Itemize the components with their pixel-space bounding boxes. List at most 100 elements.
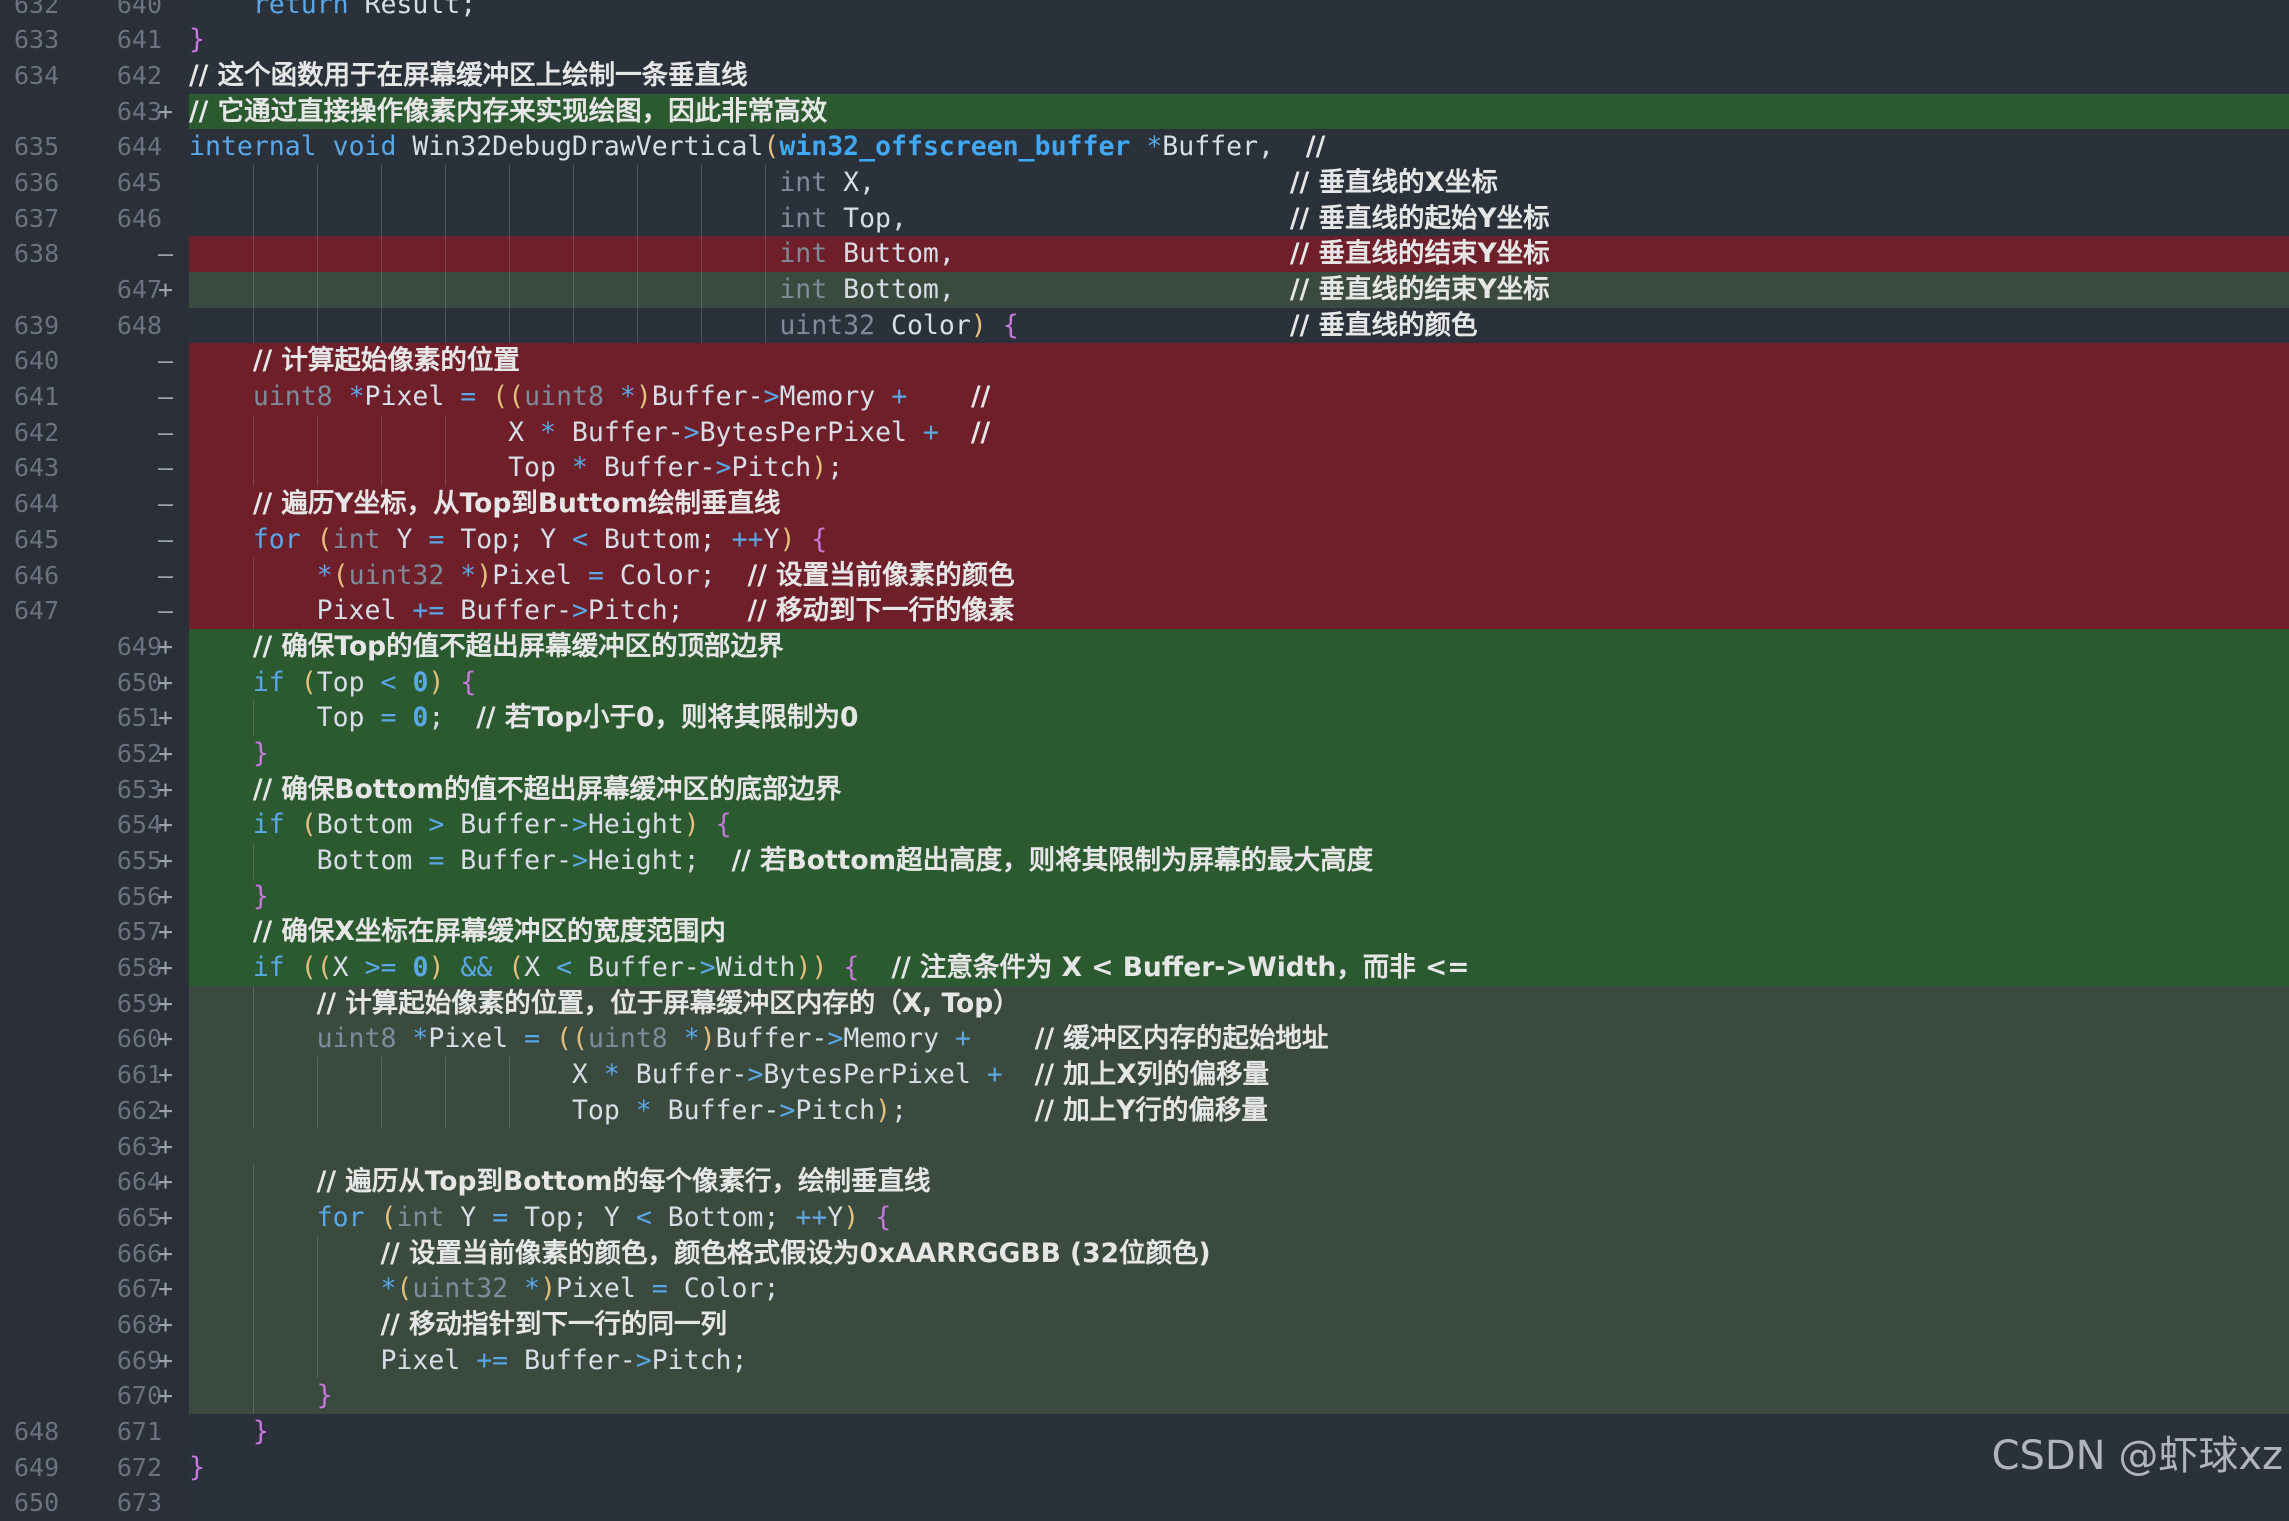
diff-viewer[interactable]: 632 640 return Result; 633 641} 634 642 // 这个函… bbox=[0, 0, 2289, 1521]
code-line[interactable]: Top = 0; // 若Top小于0，则将其限制为0 bbox=[189, 700, 2289, 736]
code-line[interactable]: uint8 *Pixel = ((uint8 *)Buffer->Memory … bbox=[189, 379, 2289, 415]
diff-line[interactable]: 633 641} bbox=[0, 22, 2289, 58]
diff-line[interactable]: 659 + // 计算起始像素的位置，位于屏幕缓冲区内存的（X, Top） bbox=[0, 985, 2289, 1022]
code-line[interactable]: Bottom = Buffer->Height; // 若Bottom超出高度，… bbox=[189, 843, 2289, 879]
code-line[interactable]: } bbox=[189, 1449, 2289, 1486]
code-line[interactable]: // 计算起始像素的位置 bbox=[189, 343, 2289, 380]
diff-line[interactable]: 666 + // 设置当前像素的颜色，颜色格式假设为0xAARRGGBB (32位… bbox=[0, 1235, 2289, 1272]
code-line[interactable]: Top * Buffer->Pitch); bbox=[189, 450, 2289, 487]
old-line-number bbox=[14, 736, 62, 772]
code-line[interactable]: Pixel += Buffer->Pitch; // 移动到下一行的像素 bbox=[189, 593, 2289, 629]
code-line[interactable] bbox=[189, 1485, 2289, 1521]
code-line[interactable]: X * Buffer->BytesPerPixel + // 加上X列的偏移量 bbox=[189, 1057, 2289, 1093]
code-line[interactable]: *(uint32 *)Pixel = Color; bbox=[189, 1271, 2289, 1307]
diff-line[interactable]: 664 + // 遍历从Top到Bottom的每个像素行，绘制垂直线 bbox=[0, 1164, 2289, 1200]
diff-line[interactable]: 638 — int Buttom, // 垂直线的结束Y坐标 bbox=[0, 236, 2289, 272]
code-line[interactable]: int Top, // 垂直线的起始Y坐标 bbox=[189, 200, 2289, 237]
line-gutter: 643 + bbox=[0, 93, 187, 130]
diff-line[interactable]: 648 671 } bbox=[0, 1414, 2289, 1450]
new-line-number: 653 bbox=[116, 774, 162, 804]
diff-line[interactable]: 657 + // 确保X坐标在屏幕缓冲区的宽度范围内 bbox=[0, 914, 2289, 951]
diff-line[interactable]: 640 — // 计算起始像素的位置 bbox=[0, 343, 2289, 380]
code-line[interactable]: // 确保X坐标在屏幕缓冲区的宽度范围内 bbox=[189, 914, 2289, 951]
diff-line[interactable]: 653 + // 确保Bottom的值不超出屏幕缓冲区的底部边界 bbox=[0, 771, 2289, 808]
line-gutter: 653 + bbox=[0, 771, 187, 808]
code-line[interactable]: } bbox=[189, 22, 2289, 58]
diff-line[interactable]: 635 644 internal void Win32DebugDrawVertic… bbox=[0, 129, 2289, 165]
diff-line[interactable]: 632 640 return Result; bbox=[0, 0, 2289, 23]
diff-line[interactable]: 644 — // 遍历Y坐标，从Top到Buttom绘制垂直线 bbox=[0, 486, 2289, 522]
diff-line[interactable]: 637 646 int Top, // 垂直线的起始Y坐标 bbox=[0, 200, 2289, 237]
code-line[interactable]: return Result; bbox=[189, 0, 2289, 23]
diff-line[interactable]: 647 + int Bottom, // 垂直线的结束Y坐标 bbox=[0, 272, 2289, 308]
code-line[interactable]: int X, // 垂直线的X坐标 bbox=[189, 164, 2289, 201]
new-line-number: 661 bbox=[116, 1060, 162, 1090]
diff-line[interactable]: 662 + Top * Buffer->Pitch); // 加上Y行的偏移量 bbox=[0, 1092, 2289, 1129]
code-line[interactable]: // 移动指针到下一行的同一列 bbox=[189, 1306, 2289, 1343]
code-line[interactable]: // 遍历从Top到Bottom的每个像素行，绘制垂直线 bbox=[189, 1164, 2289, 1200]
diff-line[interactable]: 668 + // 移动指针到下一行的同一列 bbox=[0, 1306, 2289, 1343]
code-line[interactable]: } bbox=[189, 1414, 2289, 1450]
code-line[interactable]: int Bottom, // 垂直线的结束Y坐标 bbox=[189, 272, 2289, 308]
code-line[interactable]: X * Buffer->BytesPerPixel + // bbox=[189, 414, 2289, 451]
diff-line[interactable]: 667 + *(uint32 *)Pixel = Color; bbox=[0, 1271, 2289, 1307]
old-line-number bbox=[14, 1057, 62, 1093]
code-line[interactable]: *(uint32 *)Pixel = Color; // 设置当前像素的颜色 bbox=[189, 557, 2289, 594]
code-line[interactable]: if ((X >= 0) && (X < Buffer->Width)) { /… bbox=[189, 950, 2289, 986]
diff-line[interactable]: 654 + if (Bottom > Buffer->Height) { bbox=[0, 807, 2289, 843]
old-line-number bbox=[14, 700, 62, 736]
code-line[interactable]: Pixel += Buffer->Pitch; bbox=[189, 1342, 2289, 1379]
code-line[interactable]: if (Top < 0) { bbox=[189, 664, 2289, 701]
diff-line[interactable]: 652 + } bbox=[0, 735, 2289, 772]
code-text: // 移动指针到下一行的同一列 bbox=[380, 1308, 728, 1340]
code-line[interactable] bbox=[189, 1128, 2289, 1165]
code-line[interactable]: // 计算起始像素的位置，位于屏幕缓冲区内存的（X, Top） bbox=[189, 985, 2289, 1022]
code-line[interactable]: // 确保Bottom的值不超出屏幕缓冲区的底部边界 bbox=[189, 771, 2289, 808]
diff-line[interactable]: 634 642 // 这个函数用于在屏幕缓冲区上绘制一条垂直线 bbox=[0, 57, 2289, 94]
code-line[interactable]: } bbox=[189, 1378, 2289, 1414]
diff-line[interactable]: 670 + } bbox=[0, 1378, 2289, 1414]
code-line[interactable]: // 设置当前像素的颜色，颜色格式假设为0xAARRGGBB (32位颜色) bbox=[189, 1235, 2289, 1272]
diff-line[interactable]: 649 + // 确保Top的值不超出屏幕缓冲区的顶部边界 bbox=[0, 628, 2289, 665]
diff-line[interactable]: 641 — uint8 *Pixel = ((uint8 *)Buffer->Me… bbox=[0, 379, 2289, 415]
code-line[interactable]: // 这个函数用于在屏幕缓冲区上绘制一条垂直线 bbox=[189, 57, 2289, 94]
new-line-number: 660 bbox=[116, 1024, 162, 1054]
code-line[interactable]: for (int Y = Top; Y < Buttom; ++Y) { bbox=[189, 521, 2289, 558]
diff-line[interactable]: 658 + if ((X >= 0) && (X < Buffer->Width)… bbox=[0, 950, 2289, 986]
diff-line[interactable]: 656 + } bbox=[0, 878, 2289, 915]
code-line[interactable]: // 遍历Y坐标，从Top到Buttom绘制垂直线 bbox=[189, 486, 2289, 522]
diff-line[interactable]: 660 + uint8 *Pixel = ((uint8 *)Buffer->Me… bbox=[0, 1021, 2289, 1058]
code-line[interactable]: for (int Y = Top; Y < Bottom; ++Y) { bbox=[189, 1199, 2289, 1236]
code-line[interactable]: } bbox=[189, 735, 2289, 772]
code-line[interactable]: uint8 *Pixel = ((uint8 *)Buffer->Memory … bbox=[189, 1021, 2289, 1058]
diff-line[interactable]: 647 — Pixel += Buffer->Pitch; // 移动到下一行的像… bbox=[0, 593, 2289, 629]
code-line[interactable]: Top * Buffer->Pitch); // 加上Y行的偏移量 bbox=[189, 1092, 2289, 1129]
diff-line[interactable]: 650 + if (Top < 0) { bbox=[0, 664, 2289, 701]
diff-line[interactable]: 649 672} bbox=[0, 1449, 2289, 1486]
diff-line[interactable]: 643 — Top * Buffer->Pitch); bbox=[0, 450, 2289, 487]
added-marker-icon: + bbox=[158, 738, 174, 768]
old-line-number bbox=[14, 1271, 62, 1307]
code-line[interactable]: internal void Win32DebugDrawVertical(win… bbox=[189, 129, 2289, 165]
new-line-number: 665 bbox=[116, 1202, 162, 1232]
diff-line[interactable]: 669 + Pixel += Buffer->Pitch; bbox=[0, 1342, 2289, 1379]
diff-line[interactable]: 655 + Bottom = Buffer->Height; // 若Bottom… bbox=[0, 843, 2289, 879]
diff-line[interactable]: 645 — for (int Y = Top; Y < Buttom; ++Y) … bbox=[0, 521, 2289, 558]
code-line[interactable]: // 它通过直接操作像素内存来实现绘图，因此非常高效 bbox=[189, 93, 2289, 130]
diff-line[interactable]: 643 +// 它通过直接操作像素内存来实现绘图，因此非常高效 bbox=[0, 93, 2289, 130]
added-marker-icon: + bbox=[158, 953, 174, 983]
diff-line[interactable]: 661 + X * Buffer->BytesPerPixel + // 加上X列… bbox=[0, 1057, 2289, 1093]
diff-line[interactable]: 651 + Top = 0; // 若Top小于0，则将其限制为0 bbox=[0, 700, 2289, 736]
diff-line[interactable]: 665 + for (int Y = Top; Y < Bottom; ++Y) … bbox=[0, 1199, 2289, 1236]
diff-line[interactable]: 650 673 bbox=[0, 1485, 2289, 1521]
code-line[interactable]: if (Bottom > Buffer->Height) { bbox=[189, 807, 2289, 843]
code-line[interactable]: uint32 Color) { // 垂直线的颜色 bbox=[189, 307, 2289, 344]
diff-line[interactable]: 636 645 int X, // 垂直线的X坐标 bbox=[0, 164, 2289, 201]
diff-line[interactable]: 639 648 uint32 Color) { // 垂直线的颜色 bbox=[0, 307, 2289, 344]
code-line[interactable]: } bbox=[189, 878, 2289, 915]
code-line[interactable]: int Buttom, // 垂直线的结束Y坐标 bbox=[189, 236, 2289, 272]
diff-line[interactable]: 642 — X * Buffer->BytesPerPixel + // bbox=[0, 414, 2289, 451]
diff-line[interactable]: 663 + bbox=[0, 1128, 2289, 1165]
code-line[interactable]: // 确保Top的值不超出屏幕缓冲区的顶部边界 bbox=[189, 628, 2289, 665]
diff-line[interactable]: 646 — *(uint32 *)Pixel = Color; // 设置当前像素… bbox=[0, 557, 2289, 594]
